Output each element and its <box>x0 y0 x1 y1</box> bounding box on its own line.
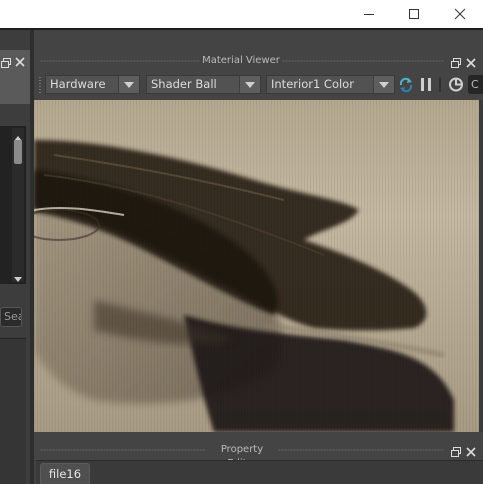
scroll-up-button[interactable] <box>12 128 24 141</box>
scrollbar-thumb[interactable] <box>14 140 22 164</box>
search-input[interactable]: Sea <box>0 307 22 327</box>
float-window-icon <box>451 58 461 68</box>
property-editor-float-button[interactable] <box>450 443 462 457</box>
dropdown-arrow <box>373 76 394 93</box>
settings-icon <box>449 77 463 92</box>
geometry-value: Shader Ball <box>151 77 217 91</box>
viewport-border <box>479 100 483 432</box>
geometry-dropdown[interactable]: Shader Ball <box>146 75 261 94</box>
material-viewer-float-button[interactable] <box>450 54 462 68</box>
header-grip-right <box>278 449 444 451</box>
renderer-value: Hardware <box>50 77 106 91</box>
close-icon <box>454 8 466 20</box>
left-panel-lower-area <box>0 338 26 484</box>
lighting-value: Interior1 Color <box>271 77 354 91</box>
chevron-down-icon <box>124 81 134 88</box>
close-icon <box>15 57 25 67</box>
maximize-icon <box>409 9 419 19</box>
refresh-button[interactable] <box>398 76 414 93</box>
left-panel-close-button[interactable] <box>14 53 26 67</box>
chevron-down-icon <box>379 81 389 88</box>
tab-file16[interactable]: file16 <box>40 463 90 484</box>
refresh-icon <box>399 77 413 93</box>
minimize-icon <box>364 14 374 15</box>
dropdown-arrow <box>118 76 139 93</box>
toolbar-separator <box>439 77 441 92</box>
header-grip-left <box>40 60 200 62</box>
settings-button[interactable] <box>448 76 464 93</box>
minimize-button[interactable] <box>346 0 392 28</box>
lighting-dropdown[interactable]: Interior1 Color <box>266 75 395 94</box>
toolbar-grip[interactable] <box>38 76 42 94</box>
property-editor-close-button[interactable] <box>465 443 477 457</box>
property-editor-body <box>36 460 483 484</box>
triangle-down-icon <box>14 277 22 282</box>
title-divider <box>0 28 483 30</box>
preview-image <box>34 100 479 432</box>
material-viewer-close-button[interactable] <box>465 54 477 68</box>
property-editor-title: Property Editor <box>220 444 264 469</box>
header-grip-left <box>40 449 206 451</box>
float-window-icon <box>1 58 11 68</box>
material-viewer-title: Material Viewer <box>202 55 280 66</box>
toolbar-more-field[interactable]: C <box>468 75 483 94</box>
header-grip-right <box>282 60 444 62</box>
close-icon <box>466 58 476 68</box>
left-panel-float-button[interactable] <box>0 54 12 68</box>
maximize-button[interactable] <box>391 0 437 28</box>
scroll-down-button[interactable] <box>12 270 24 282</box>
renderer-dropdown[interactable]: Hardware <box>45 75 140 94</box>
close-window-button[interactable] <box>437 0 483 28</box>
float-window-icon <box>451 447 461 457</box>
close-icon <box>466 447 476 457</box>
pause-button[interactable] <box>418 76 434 93</box>
material-preview-viewport[interactable] <box>34 100 479 432</box>
pause-icon <box>421 78 431 91</box>
dropdown-arrow <box>239 76 260 93</box>
chevron-down-icon <box>245 81 255 88</box>
